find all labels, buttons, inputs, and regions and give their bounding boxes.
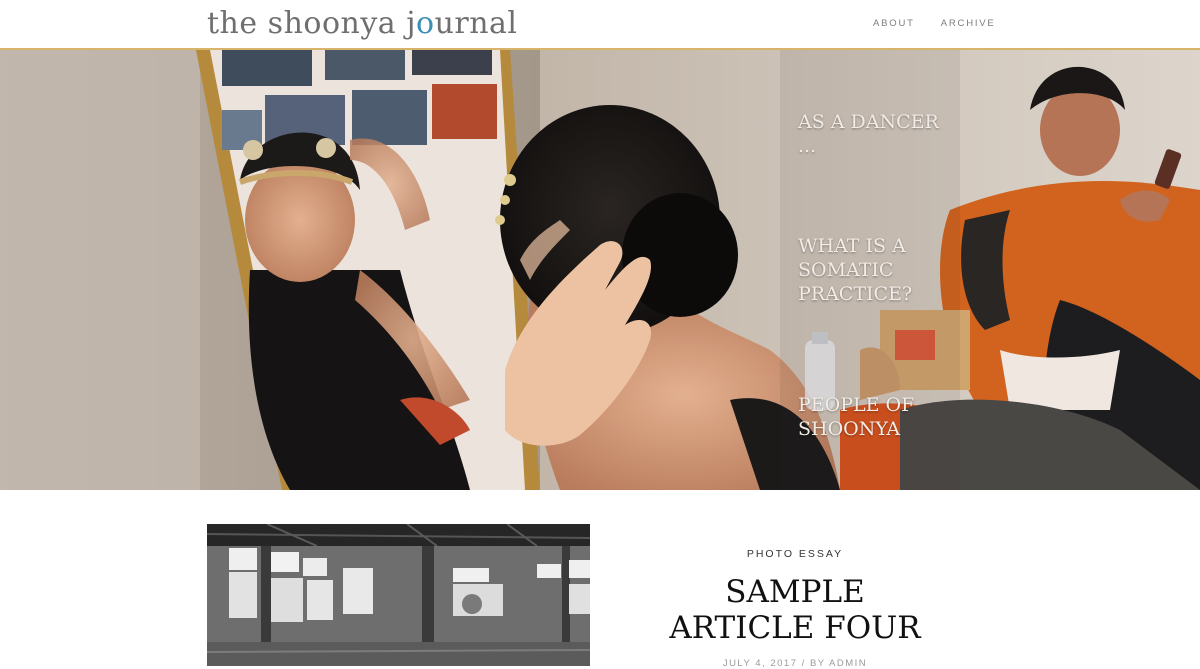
article-thumbnail[interactable] bbox=[207, 524, 590, 666]
featured-link-as-a-dancer[interactable]: AS A DANCER ... bbox=[798, 110, 958, 158]
logo-text-prefix: the shoonya j bbox=[207, 6, 416, 41]
logo-text-accent: o bbox=[416, 6, 435, 41]
site-header: the shoonya journal ABOUT ARCHIVE bbox=[0, 0, 1200, 50]
article-meta: PHOTO ESSAY SAMPLE ARTICLE FOUR JULY 4, … bbox=[610, 548, 980, 669]
featured-link-people-of-shoonya[interactable]: PEOPLE OF SHOONYA bbox=[798, 393, 958, 441]
hero-photo bbox=[0, 50, 1200, 490]
article-thumbnail-photo bbox=[207, 524, 590, 666]
nav-archive-link[interactable]: ARCHIVE bbox=[941, 18, 996, 29]
main-nav: ABOUT ARCHIVE bbox=[873, 18, 996, 29]
article-category[interactable]: PHOTO ESSAY bbox=[610, 548, 980, 560]
nav-about-link[interactable]: ABOUT bbox=[873, 18, 915, 29]
featured-link-somatic-practice[interactable]: WHAT IS A SOMATIC PRACTICE? bbox=[798, 234, 958, 306]
article-title[interactable]: SAMPLE ARTICLE FOUR bbox=[665, 574, 925, 646]
byline-separator: / bbox=[801, 658, 806, 669]
site-logo[interactable]: the shoonya journal bbox=[207, 6, 518, 41]
logo-text-suffix: urnal bbox=[434, 6, 518, 41]
hero-banner: AS A DANCER ... WHAT IS A SOMATIC PRACTI… bbox=[0, 50, 1200, 490]
article-date: JULY 4, 2017 bbox=[722, 658, 798, 669]
article-byline: JULY 4, 2017 / BY ADMIN bbox=[610, 658, 980, 669]
article-author[interactable]: BY ADMIN bbox=[810, 658, 867, 669]
